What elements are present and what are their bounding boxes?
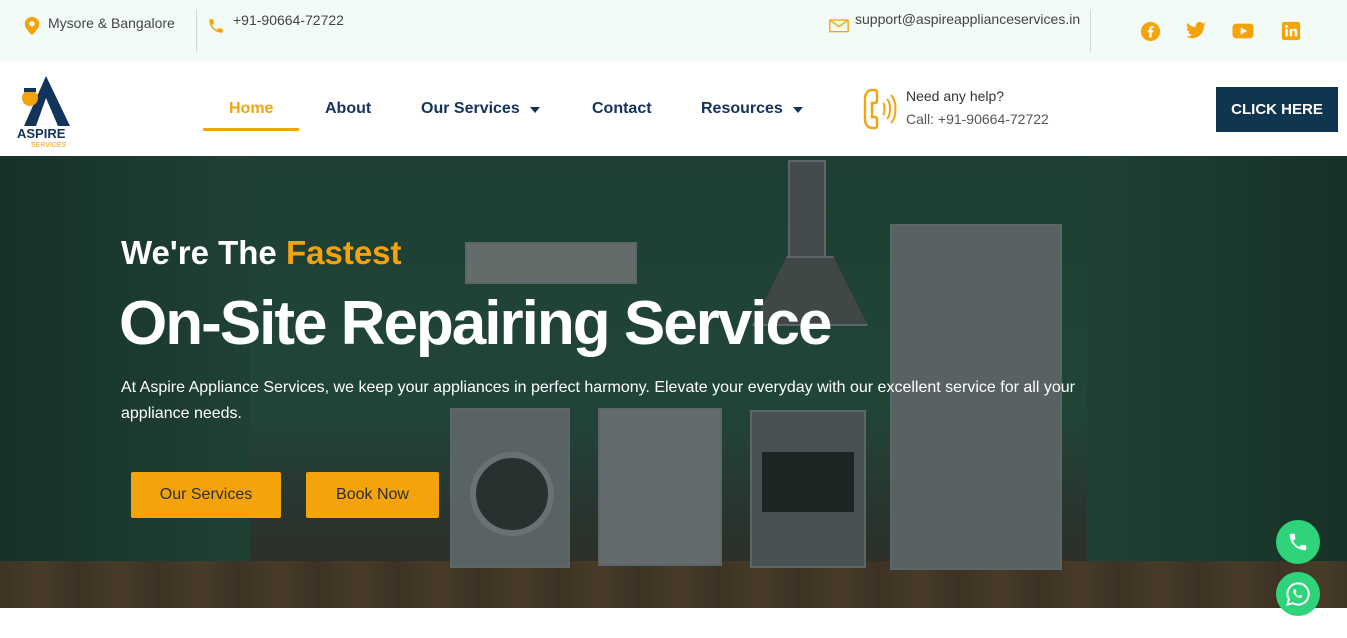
- nav-resources-label: Resources: [701, 100, 783, 117]
- help-title: Need any help?: [906, 88, 1005, 104]
- help-call[interactable]: Call: +91-90664-72722: [906, 111, 1049, 127]
- facebook-icon[interactable]: [1139, 20, 1161, 42]
- logo-brand: ASPIRE: [17, 126, 66, 141]
- nav-about-label: About: [325, 100, 372, 117]
- mail-icon: [829, 19, 849, 33]
- phone-icon: [1289, 533, 1307, 551]
- linkedin-icon[interactable]: [1280, 20, 1302, 42]
- nav-home-label: Home: [229, 100, 274, 117]
- email-text: support@aspireapplianceservices.in: [855, 11, 1081, 27]
- nav-contact-label: Contact: [592, 100, 652, 117]
- youtube-icon[interactable]: [1232, 20, 1254, 42]
- aspire-logo[interactable]: ASPIRE SERVICES: [10, 70, 82, 150]
- floating-call-button[interactable]: [1276, 520, 1320, 564]
- phone-text: +91-90664-72722: [233, 12, 344, 28]
- divider: [196, 10, 197, 52]
- hero-section: We're The Fastest On-Site Repairing Serv…: [0, 156, 1347, 608]
- twitter-icon[interactable]: [1185, 20, 1207, 42]
- top-bar: Mysore & Bangalore +91-90664-72722 suppo…: [0, 0, 1347, 62]
- hero-pretitle-accent: Fastest: [285, 234, 402, 271]
- our-services-button[interactable]: Our Services: [131, 472, 281, 518]
- email-info[interactable]: support@aspireapplianceservices.in: [829, 11, 1080, 33]
- divider: [1090, 10, 1091, 52]
- caret-down-icon: [792, 107, 803, 113]
- nav-about[interactable]: About: [325, 100, 371, 118]
- click-here-button[interactable]: CLICK HERE: [1216, 87, 1338, 132]
- logo-tagline: SERVICES: [31, 142, 67, 149]
- nav-contact[interactable]: Contact: [592, 100, 652, 118]
- location-info: Mysore & Bangalore: [24, 15, 175, 35]
- nav-our-services[interactable]: Our Services: [421, 100, 540, 118]
- book-now-button[interactable]: Book Now: [306, 472, 439, 518]
- floating-whatsapp-button[interactable]: [1276, 572, 1320, 616]
- phone-info[interactable]: +91-90664-72722: [207, 12, 344, 35]
- nav-home[interactable]: Home: [229, 100, 273, 118]
- nav-resources[interactable]: Resources: [701, 100, 803, 118]
- caret-down-icon: [529, 107, 540, 113]
- nav-our-services-label: Our Services: [421, 100, 520, 117]
- phone-ring-icon: [862, 86, 898, 137]
- location-text: Mysore & Bangalore: [48, 15, 175, 31]
- location-pin-icon: [24, 17, 40, 35]
- hero-title: On-Site Repairing Service: [119, 289, 832, 358]
- hero-pretitle: We're The Fastest: [121, 234, 402, 272]
- whatsapp-icon: [1286, 582, 1310, 606]
- main-navbar: ASPIRE SERVICES: [0, 62, 1347, 156]
- phone-icon: [209, 19, 223, 33]
- hero-description: At Aspire Appliance Services, we keep yo…: [121, 379, 1075, 422]
- hero-pretitle-text: We're The: [121, 234, 277, 271]
- active-underline: [203, 128, 299, 131]
